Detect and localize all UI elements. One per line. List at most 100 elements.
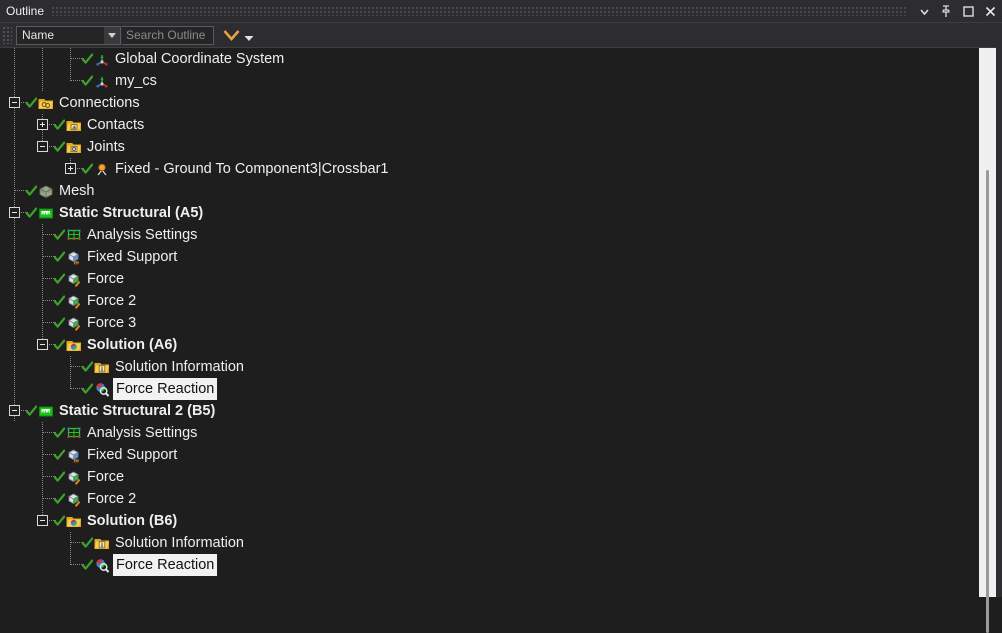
status-check-icon	[82, 537, 93, 549]
status-check-icon	[54, 515, 65, 527]
tree-item-fixed-ground-to-component3-crossbar1[interactable]: Fixed - Ground To Component3|Crossbar1	[0, 158, 979, 180]
tree-item-solution-b6[interactable]: Solution (B6)	[0, 510, 979, 532]
status-check-icon	[54, 229, 65, 241]
tree-item-label: Fixed Support	[87, 447, 178, 463]
coordinate-system-icon	[94, 51, 110, 67]
vertical-scrollbar[interactable]	[979, 48, 996, 633]
contacts-folder-icon	[66, 117, 82, 133]
tree-item-fixed-support[interactable]: Fixed Support	[0, 444, 979, 466]
tree-expander-minus[interactable]	[37, 141, 48, 152]
right-gutter	[996, 23, 1002, 597]
status-check-icon	[82, 559, 93, 571]
tree-item-force-reaction[interactable]: Force Reaction	[0, 378, 979, 400]
tree-item-connections[interactable]: Connections	[0, 92, 979, 114]
maximize-icon[interactable]	[958, 1, 978, 21]
tree-item-label: Joints	[87, 139, 125, 155]
tree-item-force-2[interactable]: Force 2	[0, 290, 979, 312]
tree-expander-plus[interactable]	[37, 119, 48, 130]
tree-item-label: Contacts	[87, 117, 145, 133]
tree-item-static-structural-a5[interactable]: Static Structural (A5)	[0, 202, 979, 224]
status-check-icon	[54, 251, 65, 263]
tree-expander-minus[interactable]	[9, 405, 20, 416]
vertical-scrollbar-thumb[interactable]	[986, 170, 989, 633]
tree-item-solution-information[interactable]: Solution Information	[0, 356, 979, 378]
tree-guide-line	[14, 70, 15, 92]
status-check-icon	[82, 53, 93, 65]
tree-item-global-coordinate-system[interactable]: Global Coordinate System	[0, 48, 979, 70]
tree-guide-line	[14, 136, 15, 158]
page-title: Outline	[6, 4, 45, 18]
tree-connector-vertical	[42, 422, 43, 444]
tree-item-label: Force 2	[87, 293, 137, 309]
tree-guide-line	[42, 48, 43, 70]
tree-connector-vertical	[42, 444, 43, 466]
tree-item-label: Solution (A6)	[87, 337, 178, 353]
tree-item-fixed-support[interactable]: Fixed Support	[0, 246, 979, 268]
status-check-icon	[26, 207, 37, 219]
tree-item-force[interactable]: Force	[0, 268, 979, 290]
tree-connector-vertical	[70, 48, 71, 70]
force-reaction-icon	[94, 381, 110, 397]
pin-icon[interactable]	[936, 1, 956, 21]
coordinate-system-icon	[94, 73, 110, 89]
tree-item-static-structural-2-b5[interactable]: Static Structural 2 (B5)	[0, 400, 979, 422]
tree-item-solution-information[interactable]: Solution Information	[0, 532, 979, 554]
tree-item-contacts[interactable]: Contacts	[0, 114, 979, 136]
search-input-placeholder: Search Outline	[126, 28, 206, 42]
analysis-settings-icon	[66, 227, 82, 243]
tree-connector-vertical	[42, 290, 43, 312]
status-check-icon	[82, 361, 93, 373]
tree-item-label: Force Reaction	[113, 378, 218, 400]
status-check-icon	[54, 295, 65, 307]
force-icon	[66, 293, 82, 309]
tree-item-label: Force	[87, 469, 125, 485]
chevron-down-icon[interactable]	[914, 1, 934, 21]
force-icon	[66, 315, 82, 331]
tree-connector-vertical	[42, 246, 43, 268]
status-check-icon	[54, 471, 65, 483]
tree-item-label: Force Reaction	[113, 554, 218, 576]
tree-item-solution-a6[interactable]: Solution (A6)	[0, 334, 979, 356]
tree-expander-minus[interactable]	[37, 339, 48, 350]
tree-item-force[interactable]: Force	[0, 466, 979, 488]
tree-item-analysis-settings[interactable]: Analysis Settings	[0, 224, 979, 246]
tree-item-label: Solution Information	[115, 535, 244, 551]
toolbar-overflow-icon[interactable]	[242, 25, 256, 45]
tree-guide-line	[14, 48, 15, 70]
tree-connector-vertical	[70, 532, 71, 554]
tree-connector-vertical	[70, 356, 71, 378]
tree-expander-minus[interactable]	[9, 207, 20, 218]
status-check-icon	[54, 339, 65, 351]
window-title-bar: Outline	[0, 0, 1002, 23]
tree-expander-plus[interactable]	[65, 163, 76, 174]
tree-guide-line	[14, 246, 15, 268]
tree-item-force-3[interactable]: Force 3	[0, 312, 979, 334]
close-icon[interactable]	[980, 1, 1000, 21]
fixed-support-icon	[66, 447, 82, 463]
tree-item-label: Analysis Settings	[87, 425, 198, 441]
tree-expander-minus[interactable]	[37, 515, 48, 526]
tree-item-analysis-settings[interactable]: Analysis Settings	[0, 422, 979, 444]
status-check-icon	[26, 97, 37, 109]
toolbar-drag-handle[interactable]	[3, 26, 12, 44]
tree-item-force-2[interactable]: Force 2	[0, 488, 979, 510]
search-input[interactable]: Search Outline	[122, 25, 214, 45]
tree-item-force-reaction[interactable]: Force Reaction	[0, 554, 979, 576]
joint-icon	[94, 161, 110, 177]
tree-guide-line	[14, 224, 15, 246]
tree-item-my-cs[interactable]: my_cs	[0, 70, 979, 92]
tree-item-label: Connections	[59, 95, 140, 111]
tree-item-label: Fixed - Ground To Component3|Crossbar1	[115, 161, 389, 177]
static-structural-icon	[38, 205, 54, 221]
tree-item-joints[interactable]: Joints	[0, 136, 979, 158]
filter-field-select[interactable]: Name	[16, 25, 121, 45]
outline-tree-panel[interactable]: Global Coordinate System my_cs Connections…	[0, 48, 1002, 597]
status-check-icon	[54, 141, 65, 153]
tree-item-mesh[interactable]: Mesh	[0, 180, 979, 202]
status-check-icon	[82, 75, 93, 87]
tree-expander-minus[interactable]	[9, 97, 20, 108]
chevron-down-icon[interactable]	[104, 26, 120, 44]
filter-chevron-icon[interactable]	[221, 25, 241, 45]
tree-connector-vertical	[42, 466, 43, 488]
analysis-settings-icon	[66, 425, 82, 441]
